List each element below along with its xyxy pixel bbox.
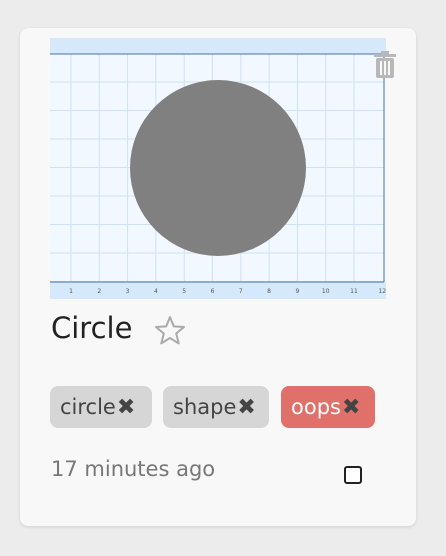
ruler-label: 6 <box>211 288 215 295</box>
remove-tag-x-icon[interactable]: ✖ <box>342 395 360 420</box>
top-bar <box>50 38 386 54</box>
ruler-label: 12 <box>378 288 386 295</box>
ruler-label: 4 <box>154 288 158 295</box>
remove-tag-x-icon[interactable]: ✖ <box>117 395 135 420</box>
ruler-label: 3 <box>126 288 130 295</box>
tag-circle[interactable]: circle✖ <box>50 386 152 428</box>
card-title: Circle <box>51 311 133 345</box>
star-outline-icon[interactable] <box>154 315 186 345</box>
circle-shape <box>130 80 306 256</box>
ruler-label: 11 <box>350 288 358 295</box>
tag-oops[interactable]: oops✖ <box>281 386 375 428</box>
ruler-label: 8 <box>267 288 271 295</box>
design-thumbnail[interactable]: 1 2 3 4 5 6 7 8 9 10 11 12 <box>50 38 386 299</box>
tag-label: circle <box>60 395 116 419</box>
ruler-label: 5 <box>182 288 186 295</box>
remove-tag-x-icon[interactable]: ✖ <box>237 395 255 420</box>
ruler-label: 2 <box>97 288 101 295</box>
ruler-label: 10 <box>322 288 330 295</box>
trash-icon[interactable] <box>372 50 398 80</box>
tag-label: shape <box>173 395 237 419</box>
tag-shape[interactable]: shape✖ <box>163 386 269 428</box>
ruler-label: 1 <box>69 288 73 295</box>
tag-label: oops <box>291 395 341 419</box>
select-checkbox[interactable] <box>344 466 362 484</box>
ruler-label: 9 <box>295 288 299 295</box>
design-card: 1 2 3 4 5 6 7 8 9 10 11 12 Circle circle✖ shape✖ oo… <box>20 28 416 526</box>
ruler-label: 7 <box>239 288 243 295</box>
timestamp: 17 minutes ago <box>51 457 216 481</box>
thumbnail-canvas: 1 2 3 4 5 6 7 8 9 10 11 12 <box>50 38 386 299</box>
